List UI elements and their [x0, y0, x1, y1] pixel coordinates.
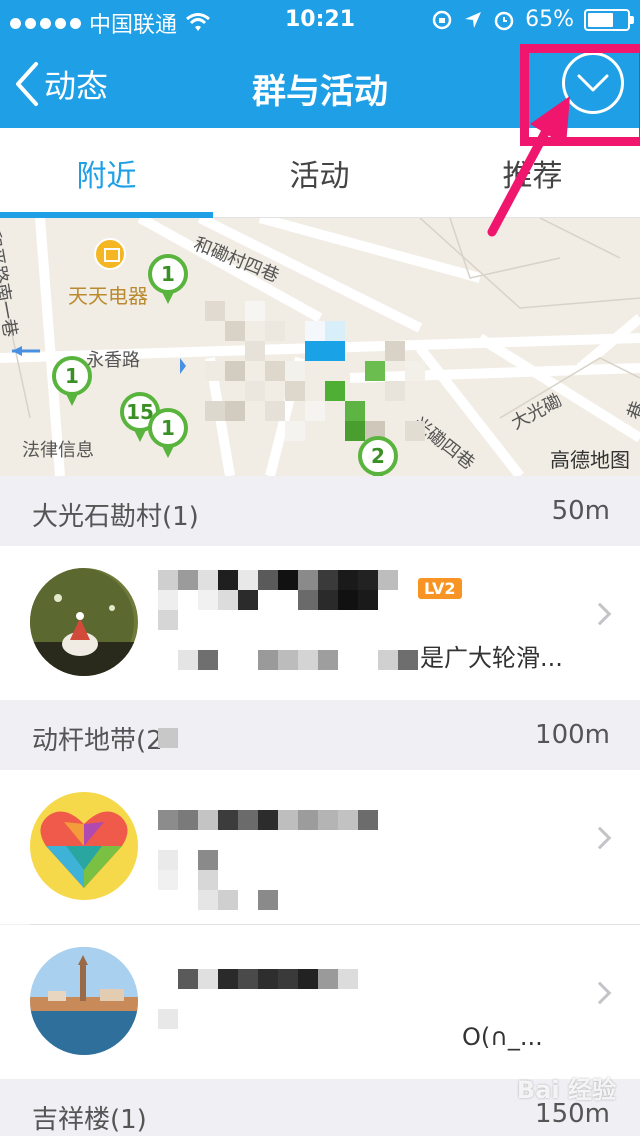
- map-pin-count: 2: [358, 436, 398, 476]
- tab-recommend[interactable]: 推荐: [426, 128, 639, 218]
- tab-activity[interactable]: 活动: [213, 128, 426, 218]
- status-right: 65%: [431, 7, 634, 32]
- chevron-right-icon: [588, 826, 612, 850]
- map-view[interactable]: 天天电器 和平路南一巷 和磡村四巷 永香路 法律信息 光磡四巷 大光磡 巷 1 …: [0, 218, 640, 476]
- navbar: 动态 群与活动: [0, 40, 640, 128]
- tab-nearby[interactable]: 附近: [0, 128, 213, 218]
- screen: 中国联通 10:21 65% 动态 群与活动 附近 活动 推荐 天天电器 和平路…: [0, 0, 640, 1136]
- section-distance: 100m: [535, 720, 610, 750]
- header: 中国联通 10:21 65% 动态 群与活动: [0, 0, 640, 128]
- map-pin-count: 1: [52, 356, 92, 396]
- back-button[interactable]: 动态: [14, 58, 108, 110]
- group-row[interactable]: [0, 770, 640, 924]
- map-pin[interactable]: 2: [358, 436, 398, 476]
- chevron-left-icon: [16, 62, 38, 106]
- group-description: O(∩_...: [462, 1023, 543, 1051]
- chevron-down-icon: [577, 74, 609, 92]
- dropdown-button[interactable]: [562, 52, 624, 114]
- group-description: 是广大轮滑...: [420, 644, 563, 672]
- map-label-shop: 天天电器: [68, 284, 148, 308]
- section-header: 动杆地带(2 100m: [0, 700, 640, 770]
- watermark-logo: Bai 经验: [516, 1076, 616, 1104]
- shop-icon: [94, 238, 126, 270]
- pixelated-group-info: [158, 969, 420, 1041]
- group-row[interactable]: LV2 是广大轮滑...: [0, 546, 640, 700]
- avatar: [30, 947, 138, 1055]
- alarm-icon: [494, 11, 514, 30]
- status-bar: 中国联通 10:21 65%: [0, 0, 640, 40]
- battery-fill: [588, 12, 613, 27]
- section-header: 大光石勘村(1) 50m: [0, 476, 640, 546]
- chevron-right-icon: [588, 602, 612, 626]
- map-pin-count: 1: [148, 408, 188, 448]
- map-pin[interactable]: 1: [148, 254, 188, 306]
- group-row[interactable]: O(∩_...: [0, 925, 640, 1079]
- avatar: [30, 568, 138, 676]
- back-label: 动态: [44, 67, 109, 105]
- battery-percent: 65%: [525, 7, 574, 32]
- map-label-info: 法律信息: [22, 440, 94, 461]
- pixelated-area: [205, 301, 425, 441]
- map-pin[interactable]: 1: [52, 356, 92, 408]
- map-credit: 高德地图: [550, 448, 630, 472]
- section-name: 吉祥楼(1): [32, 1105, 147, 1135]
- section-distance: 50m: [551, 496, 610, 526]
- rotation-lock-icon: [432, 10, 452, 29]
- chevron-right-icon: [588, 981, 612, 1005]
- pixelated-group-info: [158, 570, 420, 690]
- level-badge: LV2: [418, 578, 462, 599]
- avatar: [30, 792, 138, 900]
- section-name: 大光石勘村(1): [32, 502, 199, 532]
- location-icon: [465, 11, 482, 28]
- section-name: 动杆地带(2: [32, 726, 163, 756]
- pixelated-block: [158, 728, 178, 748]
- tab-bar: 附近 活动 推荐: [0, 128, 640, 218]
- map-label-road-xiang: 永香路: [86, 350, 140, 371]
- map-pin-count: 1: [148, 254, 188, 294]
- map-pin[interactable]: 1: [148, 408, 188, 460]
- pixelated-group-info: [158, 810, 420, 924]
- battery-icon: [584, 8, 634, 31]
